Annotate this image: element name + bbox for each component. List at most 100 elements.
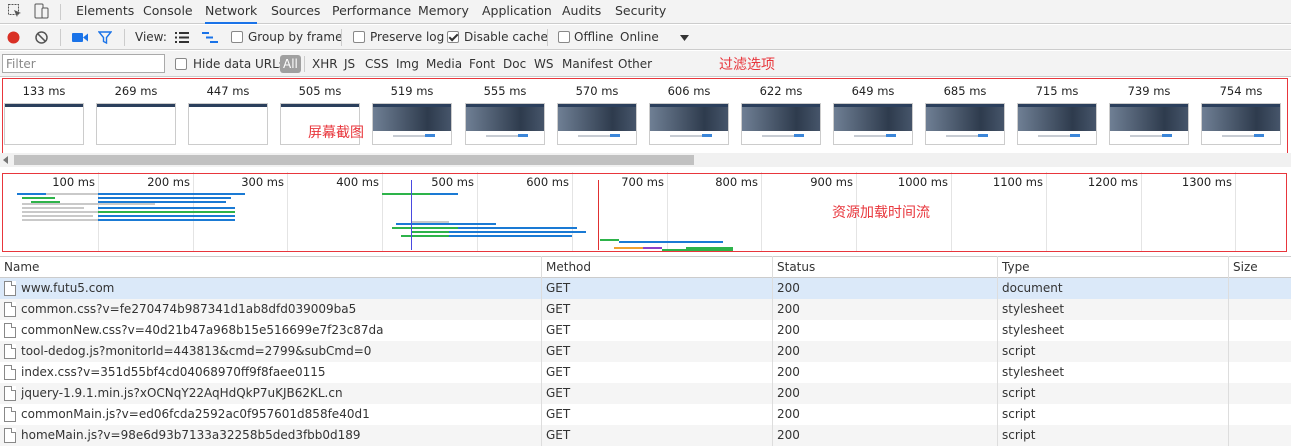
group-by-frame-checkbox[interactable] [231,31,243,43]
file-icon [4,365,16,380]
inspect-element-icon[interactable] [7,3,23,19]
header-type[interactable]: Type [998,257,1030,278]
filter-type-other[interactable]: Other [618,51,652,77]
record-icon[interactable] [7,31,20,44]
row-method: GET [546,281,571,295]
filter-type-css[interactable]: CSS [365,51,389,77]
row-status: 200 [777,365,800,379]
filter-bar: Hide data URLs All XHR JS CSS Img Media … [0,51,1291,77]
filter-type-font[interactable]: Font [469,51,495,77]
filter-type-ws[interactable]: WS [534,51,553,77]
row-method: GET [546,428,571,442]
row-status: 200 [777,386,800,400]
tab-memory[interactable]: Memory [418,0,469,24]
tab-sources[interactable]: Sources [271,0,320,24]
annotation-filter-options: 过滤选项 [719,57,775,73]
tab-network[interactable]: Network [205,0,258,24]
file-icon [4,344,16,359]
group-by-frame-label: Group by frame [248,30,343,44]
file-icon [4,407,16,422]
hide-data-urls-label: Hide data URLs [193,57,286,71]
capture-screenshots-icon[interactable] [72,32,88,43]
file-icon [4,428,16,443]
row-name: jquery-1.9.1.min.js?xOCNqY22AqHdQkP7uKJB… [21,386,343,400]
table-row[interactable]: common.css?v=fe270474b987341d1ab8dfd0390… [0,299,1291,320]
row-method: GET [546,302,571,316]
header-status[interactable]: Status [773,257,815,278]
offline-label: Offline [574,30,614,44]
table-row[interactable]: commonNew.css?v=40d21b47a968b15e516699e7… [0,320,1291,341]
tab-performance[interactable]: Performance [332,0,411,24]
disable-cache-checkbox[interactable] [447,31,459,43]
hide-data-urls-checkbox[interactable] [175,58,187,70]
chevron-down-icon[interactable] [680,35,689,41]
table-header: Name Method Status Type Size [0,256,1291,278]
filter-type-img[interactable]: Img [396,51,419,77]
preserve-log-label: Preserve log [370,30,445,44]
table-row[interactable]: homeMain.js?v=98e6d93b7133a32258b5ded3fb… [0,425,1291,446]
tabbar-separator [60,4,61,20]
throttling-select[interactable]: Online [620,25,659,50]
timeline-overview[interactable]: 100 ms 200 ms 300 ms 400 ms 500 ms 600 ms 700 … [0,170,1291,256]
filter-icon[interactable] [98,31,112,44]
table-row[interactable]: tool-dedog.js?monitorId=443813&cmd=2799&… [0,341,1291,362]
filter-type-xhr[interactable]: XHR [312,51,338,77]
row-type: script [1002,428,1036,442]
row-type: script [1002,344,1036,358]
screenshots-highlight-box [2,78,1288,156]
strip-scrollbar-thumb[interactable] [14,155,694,165]
filter-type-media[interactable]: Media [426,51,462,77]
table-row[interactable]: jquery-1.9.1.min.js?xOCNqY22AqHdQkP7uKJB… [0,383,1291,404]
requests-table: Name Method Status Type Size www.futu5.c… [0,256,1291,446]
filter-type-doc[interactable]: Doc [503,51,526,77]
row-status: 200 [777,344,800,358]
row-type: stylesheet [1002,365,1065,379]
preserve-log-checkbox[interactable] [353,31,365,43]
header-size[interactable]: Size [1229,257,1258,278]
row-status: 200 [777,302,800,316]
device-toolbar-icon[interactable] [33,3,49,19]
file-icon [4,302,16,317]
waterfall-highlight-box [2,173,1287,252]
table-row[interactable]: commonMain.js?v=ed06fcda2592ac0f957601d8… [0,404,1291,425]
row-status: 200 [777,428,800,442]
devtools-tabbar: Elements Console Network Sources Perform… [0,0,1291,24]
row-status: 200 [777,281,800,295]
row-method: GET [546,344,571,358]
filter-type-all[interactable]: All [280,55,301,73]
row-method: GET [546,407,571,421]
filter-type-manifest[interactable]: Manifest [562,51,613,77]
row-name: common.css?v=fe270474b987341d1ab8dfd0390… [21,302,357,316]
row-status: 200 [777,407,800,421]
file-icon [4,281,16,296]
large-rows-icon[interactable] [175,32,189,43]
header-name[interactable]: Name [0,257,39,278]
row-type: stylesheet [1002,302,1065,316]
scroll-left-arrow-icon[interactable] [3,156,8,164]
filter-input[interactable] [2,54,165,73]
header-method[interactable]: Method [542,257,591,278]
file-icon [4,386,16,401]
row-name: www.futu5.com [21,281,115,295]
network-toolbar: View: Group by frame Preserve log Disabl… [0,25,1291,50]
tab-security[interactable]: Security [615,0,666,24]
row-status: 200 [777,323,800,337]
tab-console[interactable]: Console [143,0,193,24]
row-method: GET [546,323,571,337]
tab-elements[interactable]: Elements [76,0,134,24]
offline-checkbox[interactable] [558,31,570,43]
tab-audits[interactable]: Audits [562,0,601,24]
disable-cache-label: Disable cache [464,30,548,44]
table-row[interactable]: index.css?v=351d55bf4cd04068970ff9f8faee… [0,362,1291,383]
row-method: GET [546,365,571,379]
table-row[interactable]: www.futu5.com GET 200 document [0,278,1291,299]
file-icon [4,323,16,338]
filter-type-js[interactable]: JS [344,51,355,77]
tab-application[interactable]: Application [482,0,552,24]
row-name: index.css?v=351d55bf4cd04068970ff9f8faee… [21,365,326,379]
row-type: script [1002,407,1036,421]
waterfall-view-icon[interactable] [202,32,218,43]
view-label: View: [135,30,167,44]
clear-icon[interactable] [35,31,48,44]
row-name: homeMain.js?v=98e6d93b7133a32258b5ded3fb… [21,428,361,442]
